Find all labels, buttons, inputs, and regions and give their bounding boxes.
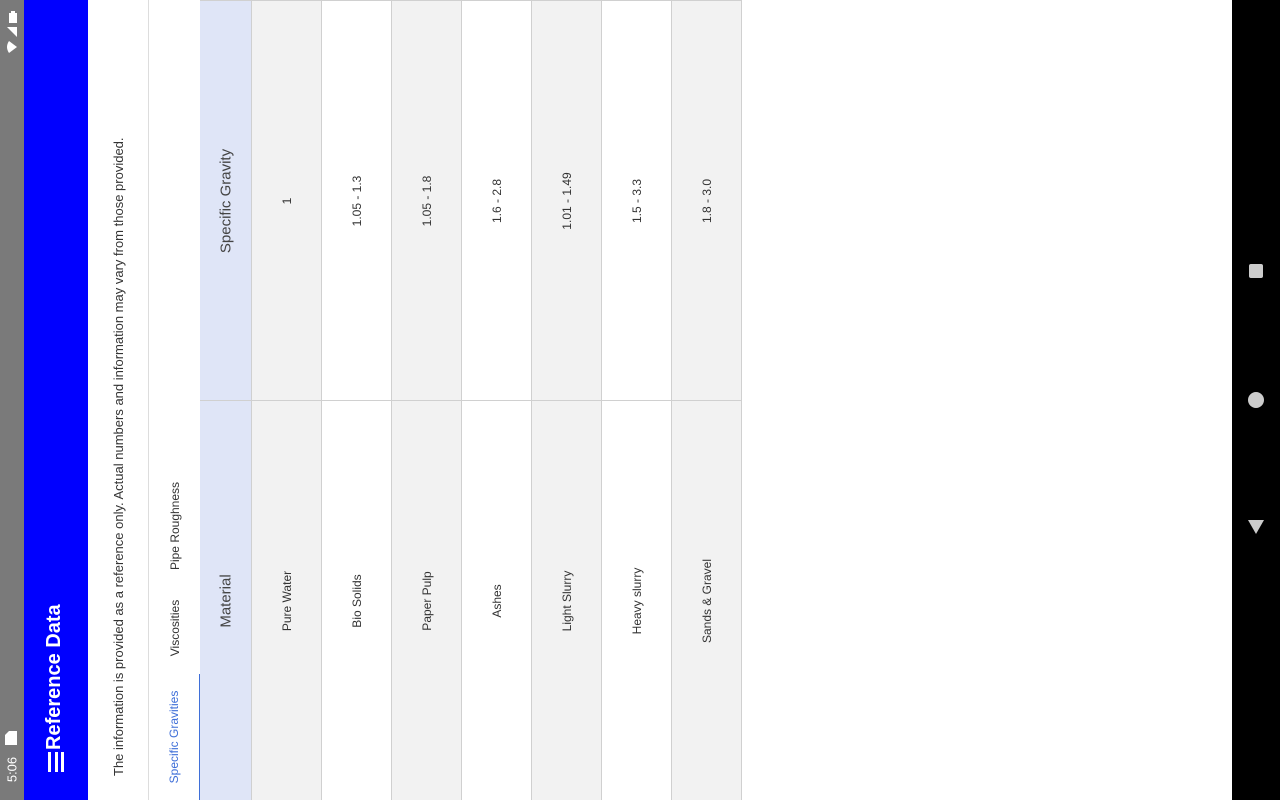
material-cell: Paper Pulp [392, 400, 461, 800]
tab-pipe-roughness[interactable]: Pipe Roughness [149, 470, 201, 582]
system-icons [5, 11, 19, 55]
specific-gravity-cell: 1.5 - 3.3 [602, 0, 671, 400]
header-specific-gravity-label: Specific Gravity [217, 148, 234, 253]
wifi-icon [7, 41, 17, 53]
header-material: Material [200, 400, 251, 800]
material-name: Bio Solids [349, 573, 364, 628]
specific-gravity-value: 1.01 - 1.49 [559, 171, 574, 230]
status-bar: 5:06 [0, 0, 24, 800]
specific-gravity-value: 1.6 - 2.8 [489, 178, 504, 223]
table-row: Pure Water 1 [252, 0, 322, 800]
specific-gravity-value: 1.8 - 3.0 [699, 178, 714, 223]
material-cell: Light Slurry [532, 400, 601, 800]
app-bar: Reference Data [24, 0, 88, 800]
specific-gravity-cell: 1.05 - 1.8 [392, 0, 461, 400]
home-circle-icon[interactable] [1248, 392, 1264, 408]
specific-gravity-value: 1.05 - 1.8 [419, 175, 434, 226]
tab-label: Viscosities [168, 599, 182, 657]
battery-icon [9, 11, 17, 23]
recents-square-icon[interactable] [1249, 264, 1263, 278]
material-name: Sands & Gravel [699, 558, 714, 643]
tab-label: Pipe Roughness [168, 481, 182, 571]
material-cell: Bio Solids [322, 400, 391, 800]
specific-gravity-cell: 1 [252, 0, 321, 400]
specific-gravity-cell: 1.01 - 1.49 [532, 0, 601, 400]
specific-gravity-cell: 1.8 - 3.0 [672, 0, 741, 400]
table-row: Light Slurry 1.01 - 1.49 [532, 0, 602, 800]
table-row: Bio Solids 1.05 - 1.3 [322, 0, 392, 800]
signal-icon [7, 27, 17, 37]
specific-gravity-value: 1 [279, 197, 294, 204]
material-name: Heavy slurry [629, 567, 644, 634]
material-cell: Heavy slurry [602, 400, 671, 800]
material-name: Light Slurry [559, 570, 574, 631]
sim-card-icon [5, 731, 17, 745]
specific-gravity-cell: 1.6 - 2.8 [462, 0, 531, 400]
table-row: Paper Pulp 1.05 - 1.8 [392, 0, 462, 800]
tab-specific-gravities[interactable]: Specific Gravities [149, 674, 201, 800]
material-cell: Pure Water [252, 400, 321, 800]
back-triangle-icon[interactable] [1248, 520, 1264, 534]
app-title: Reference Data [43, 604, 65, 750]
clock: 5:06 [4, 756, 20, 783]
disclaimer-text-container: The information is provided as a referen… [105, 0, 133, 800]
header-specific-gravity: Specific Gravity [200, 0, 251, 400]
table-header: Material Specific Gravity [200, 0, 252, 800]
navigation-bar [1232, 0, 1280, 800]
specific-gravity-value: 1.05 - 1.3 [349, 175, 364, 226]
tab-viscosities[interactable]: Viscosities [149, 592, 201, 664]
material-name: Ashes [489, 583, 504, 618]
specific-gravity-cell: 1.05 - 1.3 [322, 0, 391, 400]
tab-bar: Specific Gravities Viscosities Pipe Roug… [148, 0, 201, 800]
material-cell: Ashes [462, 400, 531, 800]
specific-gravity-table: Material Specific Gravity Pure Water 1 B… [200, 0, 742, 800]
hamburger-menu-icon[interactable] [48, 752, 64, 772]
table-row: Heavy slurry 1.5 - 3.3 [602, 0, 672, 800]
disclaimer-text: The information is provided as a referen… [111, 137, 126, 776]
material-name: Pure Water [279, 570, 294, 631]
material-cell: Sands & Gravel [672, 400, 741, 800]
table-row: Ashes 1.6 - 2.8 [462, 0, 532, 800]
header-material-label: Material [217, 573, 234, 628]
material-name: Paper Pulp [419, 570, 434, 631]
table-row: Sands & Gravel 1.8 - 3.0 [672, 0, 742, 800]
tab-label: Specific Gravities [167, 690, 181, 784]
specific-gravity-value: 1.5 - 3.3 [629, 178, 644, 223]
